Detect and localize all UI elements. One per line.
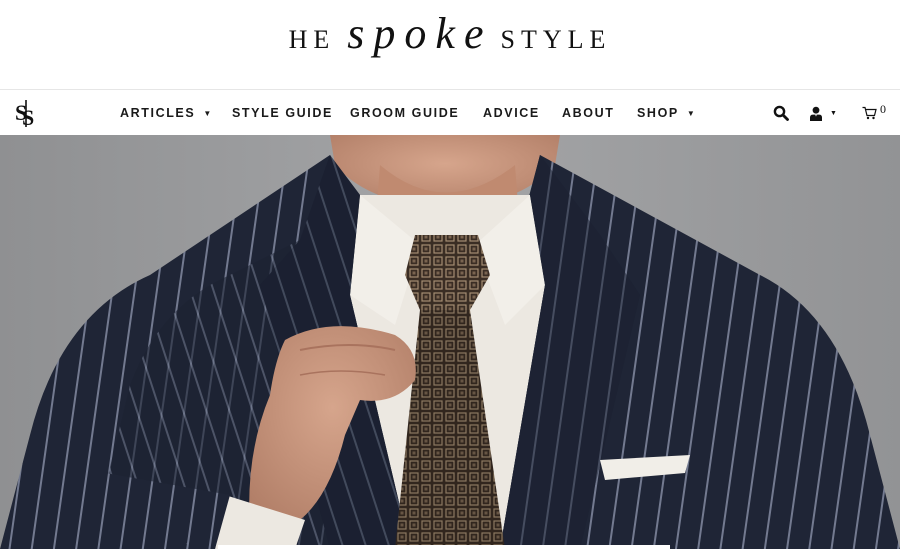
account-button[interactable]: ▼ xyxy=(809,90,837,136)
nav-item-label: STYLE GUIDE xyxy=(232,106,333,120)
caret-down-icon: ▼ xyxy=(203,108,212,118)
main-navigation: S S ARTICLES ▼ STYLE GUIDE GROOM GUIDE A… xyxy=(0,89,900,135)
hero-image xyxy=(0,135,900,549)
svg-text:S: S xyxy=(22,105,34,128)
logo-text-he: HE xyxy=(288,25,336,54)
monogram-logo-icon[interactable]: S S xyxy=(13,98,39,130)
site-logo[interactable]: HE spoke STYLE xyxy=(0,8,900,68)
search-button[interactable] xyxy=(773,90,789,136)
cart-icon xyxy=(862,106,877,120)
nav-item-shop[interactable]: SHOP ▼ xyxy=(637,90,695,136)
nav-item-label: ADVICE xyxy=(483,106,540,120)
logo-text-style: STYLE xyxy=(500,25,612,54)
nav-item-groom-guide[interactable]: GROOM GUIDE xyxy=(350,90,459,136)
cart-count-badge: 0 xyxy=(880,101,886,116)
nav-item-label: SHOP xyxy=(637,106,679,120)
cart-button[interactable]: 0 xyxy=(862,90,886,136)
search-icon xyxy=(773,105,789,121)
nav-item-advice[interactable]: ADVICE xyxy=(483,90,540,136)
caret-down-icon: ▼ xyxy=(686,108,695,118)
site-header: HE spoke STYLE xyxy=(0,0,900,89)
nav-item-label: ABOUT xyxy=(562,106,615,120)
nav-item-label: GROOM GUIDE xyxy=(350,106,460,120)
nav-item-label: ARTICLES xyxy=(120,106,196,120)
user-icon xyxy=(810,106,822,121)
nav-item-about[interactable]: ABOUT xyxy=(562,90,614,136)
nav-item-articles[interactable]: ARTICLES ▼ xyxy=(120,90,211,136)
logo-text-spoke: spoke xyxy=(347,9,493,58)
caret-down-icon: ▼ xyxy=(830,109,837,117)
nav-item-style-guide[interactable]: STYLE GUIDE xyxy=(232,90,333,136)
